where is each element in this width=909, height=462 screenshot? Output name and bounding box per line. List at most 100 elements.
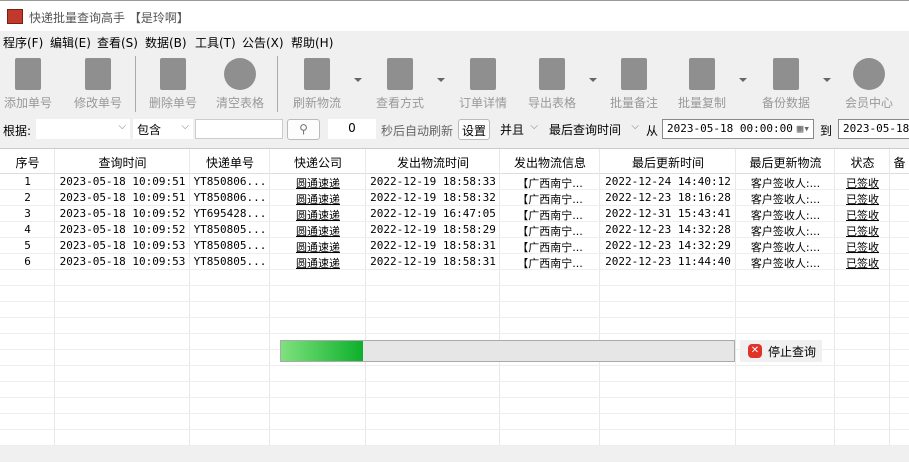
menu-item[interactable]: 程序(F) — [3, 34, 43, 51]
table-cell: 客户签收人:... — [750, 241, 821, 254]
table-cell[interactable]: 已签收 — [835, 175, 890, 191]
keyword-input[interactable] — [195, 119, 283, 139]
toolbar-label: 查看方式 — [375, 96, 424, 110]
view-icon — [387, 58, 413, 90]
backup-icon — [773, 58, 799, 90]
time-field-value: 最后查询时间 — [549, 123, 622, 137]
table-cell[interactable]: 已签收 — [835, 255, 890, 271]
toolbar-button[interactable]: 查看方式 — [368, 56, 432, 111]
toolbar-button[interactable]: 会员中心 — [837, 56, 901, 111]
table-cell: 2022-12-23 14:32:28 — [605, 223, 731, 236]
table-row[interactable]: 2 2023-05-18 10:09:51 YT850806... 圆通速递 2022-… — [0, 190, 909, 206]
time-field-select[interactable]: 最后查询时间 ⌵ — [545, 119, 643, 139]
refresh-seconds-input[interactable]: 0 — [328, 119, 376, 139]
menu-item[interactable]: 数据(B) — [145, 34, 187, 51]
toolbar-button[interactable]: 备份数据 — [754, 56, 818, 111]
chevron-down-icon: ⌵ — [530, 121, 538, 132]
to-label: 到 — [820, 124, 833, 138]
stop-query-button[interactable]: ✕ 停止查询 — [740, 340, 822, 362]
table-cell[interactable]: 已签收 — [835, 191, 890, 207]
table-cell: 客户签收人:... — [750, 225, 821, 238]
match-value: 包含 — [137, 123, 162, 137]
toolbar-button[interactable]: 订单详情 — [451, 56, 515, 111]
by-field-select[interactable]: ⌵ — [36, 119, 130, 139]
toolbar: 添加单号 修改单号 删除单号 清空表格 刷新物流 查看方式 订单详情 导出表格 批量备注 批量复制… — [0, 52, 909, 114]
table-cell: 2022-12-19 16:47:05 — [370, 207, 496, 220]
menu-item[interactable]: 工具(T) — [195, 34, 236, 51]
empty-row — [0, 430, 909, 446]
table-cell: 【广西南宁... — [517, 257, 583, 270]
export-icon — [539, 58, 565, 90]
toolbar-label: 导出表格 — [527, 96, 576, 110]
table-cell[interactable]: 圆通速递 — [270, 175, 366, 191]
window-title: 快递批量查询高手 【是玲啊】 — [29, 11, 189, 25]
toolbar-button[interactable]: 删除单号 — [141, 56, 205, 111]
table-cell: 客户签收人:... — [750, 257, 821, 270]
toolbar-label: 修改单号 — [73, 96, 122, 110]
app-icon — [7, 9, 23, 24]
table-cell: 2022-12-19 18:58:33 — [370, 175, 496, 188]
menu-bar: 程序(F) 编辑(E) 查看(S) 数据(B) 工具(T) 公告(X) 帮助(H) — [0, 31, 909, 51]
table-cell[interactable]: 圆通速递 — [270, 255, 366, 271]
table-cell: YT850806... — [193, 191, 267, 204]
calendar-icon[interactable]: ▦▾ — [797, 122, 810, 135]
toolbar-button[interactable]: 批量复制 — [670, 56, 734, 111]
search-button[interactable]: ⚲ — [287, 119, 320, 140]
chevron-down-icon: ⌵ — [118, 121, 126, 132]
toolbar-button[interactable]: 刷新物流 — [285, 56, 349, 111]
note-icon — [621, 58, 647, 90]
table-cell: YT850806... — [193, 175, 267, 188]
menu-item[interactable]: 查看(S) — [97, 34, 138, 51]
toolbar-label: 会员中心 — [844, 96, 893, 110]
dropdown-arrow-icon[interactable] — [437, 78, 445, 82]
toolbar-button[interactable]: 添加单号 — [0, 56, 60, 111]
table-row[interactable]: 1 2023-05-18 10:09:51 YT850806... 圆通速递 2022-… — [0, 174, 909, 190]
toolbar-button[interactable]: 批量备注 — [602, 56, 666, 111]
table-cell: 2 — [24, 191, 31, 204]
menu-item[interactable]: 编辑(E) — [50, 34, 91, 51]
table-cell: YT850805... — [193, 239, 267, 252]
logic-select[interactable]: 并且 ⌵ — [496, 119, 542, 139]
toolbar-label: 订单详情 — [458, 96, 507, 110]
toolbar-button[interactable]: 清空表格 — [208, 56, 272, 111]
column-header[interactable]: 备 — [890, 154, 909, 171]
empty-row — [0, 446, 909, 462]
table-row[interactable]: 4 2023-05-18 10:09:52 YT850805... 圆通速递 2022-… — [0, 222, 909, 238]
table-cell[interactable]: 圆通速递 — [270, 223, 366, 239]
table-cell: 2023-05-18 10:09:51 — [59, 191, 186, 204]
toolbar-label: 刷新物流 — [292, 96, 341, 110]
menu-item[interactable]: 帮助(H) — [291, 34, 333, 51]
add-icon — [15, 58, 41, 90]
table-cell[interactable]: 已签收 — [835, 207, 890, 223]
table-cell[interactable]: 圆通速递 — [270, 207, 366, 223]
table-cell: 5 — [24, 239, 31, 252]
empty-row — [0, 414, 909, 430]
search-icon: ⚲ — [299, 122, 308, 136]
dropdown-arrow-icon[interactable] — [354, 78, 362, 82]
toolbar-button[interactable]: 修改单号 — [66, 56, 130, 111]
table-cell[interactable]: 已签收 — [835, 223, 890, 239]
table-cell[interactable]: 圆通速递 — [270, 239, 366, 255]
table-cell[interactable]: 圆通速递 — [270, 191, 366, 207]
table-cell[interactable]: 已签收 — [835, 239, 890, 255]
from-date-picker[interactable]: 2023-05-18 00:00:00 ▦▾ — [662, 119, 814, 139]
table-row[interactable]: 5 2023-05-18 10:09:53 YT850805... 圆通速递 2022-… — [0, 238, 909, 254]
empty-row — [0, 286, 909, 302]
table-cell: 4 — [24, 223, 31, 236]
table-cell: 2022-12-31 15:43:41 — [605, 207, 731, 220]
dropdown-arrow-icon[interactable] — [823, 78, 831, 82]
menu-item[interactable]: 公告(X) — [242, 34, 284, 51]
toolbar-button[interactable]: 导出表格 — [520, 56, 584, 111]
dropdown-arrow-icon[interactable] — [739, 78, 747, 82]
table-cell: 2022-12-23 18:16:28 — [605, 191, 731, 204]
table-cell: YT850805... — [193, 223, 267, 236]
match-select[interactable]: 包含 ⌵ — [133, 119, 193, 139]
to-date-picker[interactable]: 2023-05-18 — [838, 119, 909, 139]
dropdown-arrow-icon[interactable] — [589, 78, 597, 82]
toolbar-label: 批量备注 — [609, 96, 658, 110]
settings-button[interactable]: 设置 — [458, 119, 490, 140]
table-cell: 2023-05-18 10:09:51 — [59, 175, 186, 188]
table-row[interactable]: 6 2023-05-18 10:09:53 YT850805... 圆通速递 2022-… — [0, 254, 909, 270]
table-row[interactable]: 3 2023-05-18 10:09:52 YT695428... 圆通速递 2022-… — [0, 206, 909, 222]
table-cell: 2023-05-18 10:09:52 — [59, 223, 186, 236]
